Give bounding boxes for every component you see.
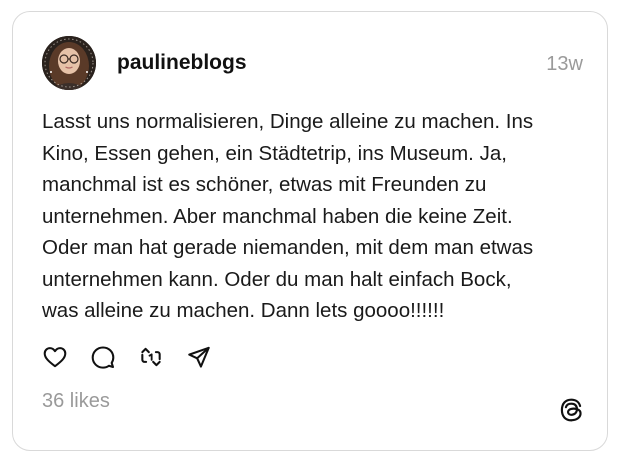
- threads-icon: [560, 398, 582, 422]
- avatar-image: [42, 36, 96, 90]
- repost-icon: [141, 347, 161, 367]
- avatar[interactable]: [42, 36, 96, 90]
- repost-button[interactable]: [137, 343, 165, 371]
- post-text: Lasst uns normalisieren, Dinge alleine z…: [42, 110, 534, 322]
- username[interactable]: paulineblogs: [117, 51, 247, 75]
- likes-count[interactable]: 36 likes: [42, 389, 110, 413]
- action-bar: [41, 343, 233, 371]
- threads-logo-icon[interactable]: [557, 396, 585, 424]
- share-icon: [188, 346, 210, 368]
- timestamp: 13w: [546, 53, 583, 75]
- post-card: paulineblogs 13w Lasst uns normalisieren…: [12, 11, 608, 451]
- comment-button[interactable]: [89, 343, 117, 371]
- heart-icon: [43, 347, 67, 368]
- comment-icon: [91, 346, 115, 369]
- share-button[interactable]: [185, 343, 213, 371]
- like-button[interactable]: [41, 343, 69, 371]
